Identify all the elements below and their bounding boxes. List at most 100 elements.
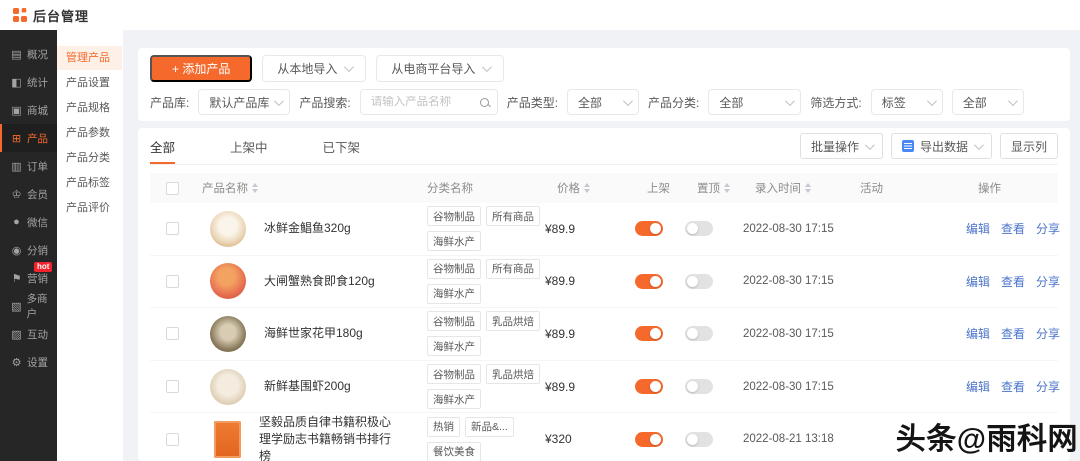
product-image bbox=[210, 263, 246, 299]
search-input[interactable] bbox=[371, 96, 480, 108]
product-price: ¥89.9 bbox=[545, 274, 575, 288]
import-local-button[interactable]: 从本地导入 bbox=[262, 55, 366, 82]
submenu-item-管理产品[interactable]: 管理产品 bbox=[57, 46, 122, 70]
product-price: ¥320 bbox=[545, 432, 572, 446]
pinned-toggle[interactable] bbox=[685, 274, 713, 289]
submenu-item-产品标签[interactable]: 产品标签 bbox=[57, 171, 122, 195]
action-link-分享[interactable]: 分享 bbox=[1036, 325, 1060, 342]
row-checkbox[interactable] bbox=[166, 380, 179, 393]
pinned-toggle[interactable] bbox=[685, 379, 713, 394]
product-cell: 海鲜世家花甲180g bbox=[194, 316, 427, 352]
sidebar-item-label: 多商户 bbox=[27, 291, 57, 321]
chevron-down-icon bbox=[785, 96, 795, 106]
import-ecommerce-label: 从电商平台导入 bbox=[391, 60, 475, 77]
created-time: 2022-08-30 17:15 bbox=[743, 381, 834, 393]
column-header-操作: 操作 bbox=[978, 180, 1058, 196]
product-name: 坚毅品质自律书籍积极心理学励志书籍畅销书排行榜 bbox=[259, 414, 394, 461]
on-sale-toggle[interactable] bbox=[635, 221, 663, 236]
action-link-分享[interactable]: 分享 bbox=[1036, 220, 1060, 237]
sidebar-item-互动[interactable]: ▨互动 bbox=[0, 320, 57, 348]
sidebar-item-label: 概况 bbox=[27, 47, 48, 62]
sidebar-item-商城[interactable]: ▣商城 bbox=[0, 96, 57, 124]
app-logo-icon bbox=[13, 8, 27, 22]
action-link-分享[interactable]: 分享 bbox=[1036, 378, 1060, 395]
tab-已下架[interactable]: 已下架 bbox=[323, 128, 361, 164]
add-product-button[interactable]: + 添加产品 bbox=[150, 55, 252, 82]
action-link-编辑[interactable]: 编辑 bbox=[966, 325, 990, 342]
search-icon[interactable] bbox=[480, 98, 489, 107]
actions-cell: 编辑查看分享 bbox=[966, 378, 1046, 395]
products-icon: ⊞ bbox=[10, 132, 23, 145]
filter-mode-select[interactable]: 标签 bbox=[871, 89, 943, 115]
pinned-toggle[interactable] bbox=[685, 326, 713, 341]
select-all-checkbox[interactable] bbox=[166, 182, 179, 195]
sort-icon[interactable] bbox=[252, 183, 258, 193]
sidebar-item-订单[interactable]: ▥订单 bbox=[0, 152, 57, 180]
toolbar: + 添加产品 从本地导入 从电商平台导入 bbox=[150, 55, 1058, 82]
sidebar-item-产品[interactable]: ⊞产品 bbox=[0, 124, 57, 152]
sidebar-item-营销[interactable]: ⚑营销hot bbox=[0, 264, 57, 292]
sidebar-item-分销[interactable]: ◉分销 bbox=[0, 236, 57, 264]
sort-icon[interactable] bbox=[805, 183, 811, 193]
import-ecommerce-button[interactable]: 从电商平台导入 bbox=[376, 55, 504, 82]
type-select[interactable]: 全部 bbox=[567, 89, 639, 115]
show-columns-button[interactable]: 显示列 bbox=[1000, 133, 1058, 159]
action-link-编辑[interactable]: 编辑 bbox=[966, 378, 990, 395]
top-header: 后台管理 bbox=[0, 0, 1080, 30]
action-link-查看[interactable]: 查看 bbox=[1001, 325, 1025, 342]
row-checkbox[interactable] bbox=[166, 222, 179, 235]
pinned-toggle[interactable] bbox=[685, 432, 713, 447]
tab-上架中[interactable]: 上架中 bbox=[230, 128, 268, 164]
pinned-toggle[interactable] bbox=[685, 221, 713, 236]
product-name: 新鲜基围虾200g bbox=[264, 378, 399, 395]
action-link-编辑[interactable]: 编辑 bbox=[966, 220, 990, 237]
submenu-item-产品规格[interactable]: 产品规格 bbox=[57, 96, 122, 120]
sidebar-item-概况[interactable]: ▤概况 bbox=[0, 40, 57, 68]
sidebar-item-微信[interactable]: ●微信 bbox=[0, 208, 57, 236]
submenu-item-产品评价[interactable]: 产品评价 bbox=[57, 196, 122, 220]
sidebar-item-设置[interactable]: ⚙设置 bbox=[0, 348, 57, 376]
sort-icon[interactable] bbox=[584, 183, 590, 193]
row-checkbox[interactable] bbox=[166, 275, 179, 288]
tab-全部[interactable]: 全部 bbox=[150, 128, 175, 164]
filter-tag-select[interactable]: 全部 bbox=[952, 89, 1024, 115]
on-sale-toggle[interactable] bbox=[635, 379, 663, 394]
app-title: 后台管理 bbox=[33, 6, 89, 25]
action-link-查看[interactable]: 查看 bbox=[1001, 273, 1025, 290]
submenu-item-产品设置[interactable]: 产品设置 bbox=[57, 71, 122, 95]
header-checkbox-cell bbox=[150, 182, 194, 195]
sidebar-item-会员[interactable]: ♔会员 bbox=[0, 180, 57, 208]
category-select[interactable]: 全部 bbox=[708, 89, 801, 115]
stats-icon: ◧ bbox=[10, 76, 23, 89]
action-link-分享[interactable]: 分享 bbox=[1036, 273, 1060, 290]
action-link-查看[interactable]: 查看 bbox=[1001, 378, 1025, 395]
category-tag: 乳品烘焙 bbox=[486, 311, 540, 331]
on-sale-toggle[interactable] bbox=[635, 326, 663, 341]
export-data-button[interactable]: 导出数据 bbox=[891, 133, 992, 159]
sidebar-item-多商户[interactable]: ▧多商户 bbox=[0, 292, 57, 320]
category-tag: 谷物制品 bbox=[427, 259, 481, 279]
sidebar-item-label: 设置 bbox=[27, 355, 48, 370]
batch-actions-button[interactable]: 批量操作 bbox=[800, 133, 883, 159]
action-link-查看[interactable]: 查看 bbox=[1001, 220, 1025, 237]
sort-icon[interactable] bbox=[724, 183, 730, 193]
category-tag: 所有商品 bbox=[486, 259, 540, 279]
on-sale-toggle[interactable] bbox=[635, 432, 663, 447]
row-checkbox[interactable] bbox=[166, 433, 179, 446]
column-header-label: 活动 bbox=[860, 180, 883, 196]
row-checkbox[interactable] bbox=[166, 327, 179, 340]
price-cell: ¥320 bbox=[545, 432, 635, 446]
on-sale-toggle[interactable] bbox=[635, 274, 663, 289]
filter-panel: + 添加产品 从本地导入 从电商平台导入 产品库: 默认产品库 产品搜索: bbox=[138, 48, 1070, 121]
action-link-编辑[interactable]: 编辑 bbox=[966, 273, 990, 290]
show-columns-label: 显示列 bbox=[1011, 138, 1047, 155]
submenu-item-产品分类[interactable]: 产品分类 bbox=[57, 146, 122, 170]
row-checkbox-cell bbox=[150, 433, 194, 446]
product-image bbox=[210, 316, 246, 352]
submenu-item-产品参数[interactable]: 产品参数 bbox=[57, 121, 122, 145]
category-tag: 谷物制品 bbox=[427, 311, 481, 331]
price-cell: ¥89.9 bbox=[545, 274, 635, 288]
library-select[interactable]: 默认产品库 bbox=[198, 89, 290, 115]
sidebar-item-统计[interactable]: ◧统计 bbox=[0, 68, 57, 96]
distribution-icon: ◉ bbox=[10, 244, 23, 257]
